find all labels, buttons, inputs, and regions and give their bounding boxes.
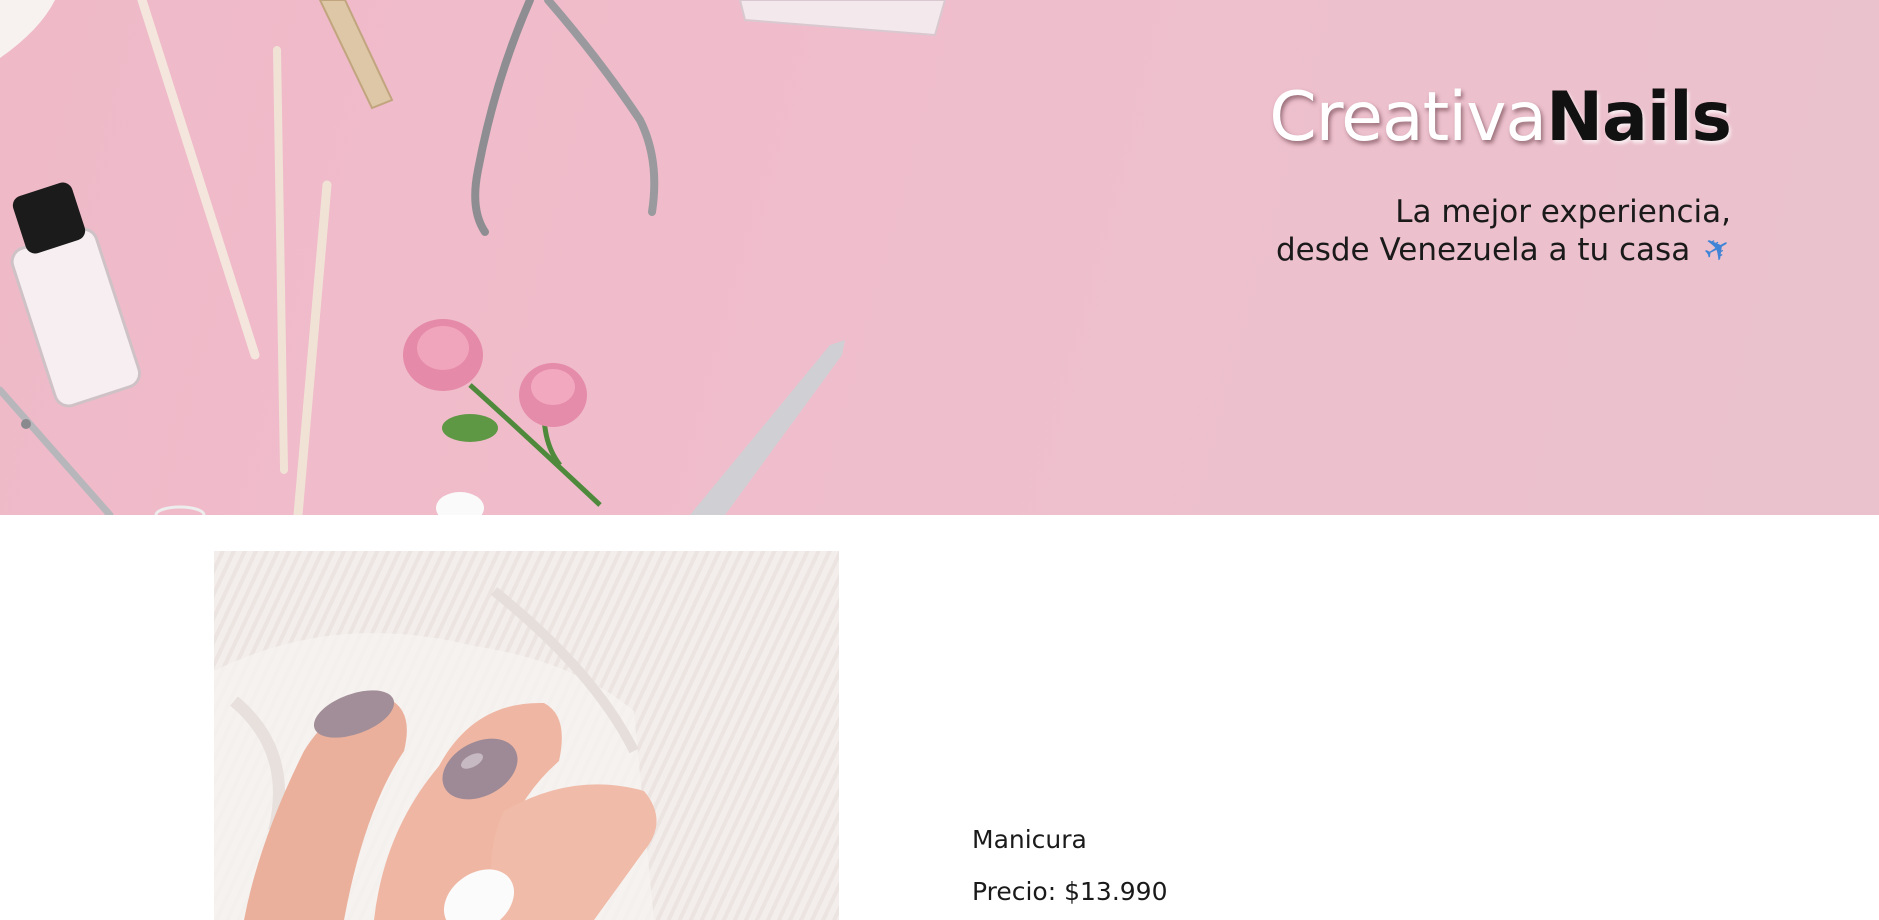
brand-name-light: Creativa (1269, 78, 1547, 157)
manicure-illustration (214, 587, 657, 920)
product-name: Manicura (972, 825, 1087, 854)
brand-name-dark: Nails (1546, 78, 1732, 157)
hero-tagline: La mejor experiencia, desde Venezuela a … (1275, 194, 1739, 272)
tagline-line-2: desde Venezuela a tu casa (1275, 232, 1691, 268)
brand-logo-title: CreativaNails (1269, 78, 1732, 158)
product-price: Precio: $13.990 (972, 877, 1168, 906)
tagline-line-1: La mejor experiencia, (1395, 194, 1731, 230)
manicure-photo (214, 551, 839, 920)
hero-banner: CreativaNails La mejor experiencia, desd… (0, 0, 1879, 515)
